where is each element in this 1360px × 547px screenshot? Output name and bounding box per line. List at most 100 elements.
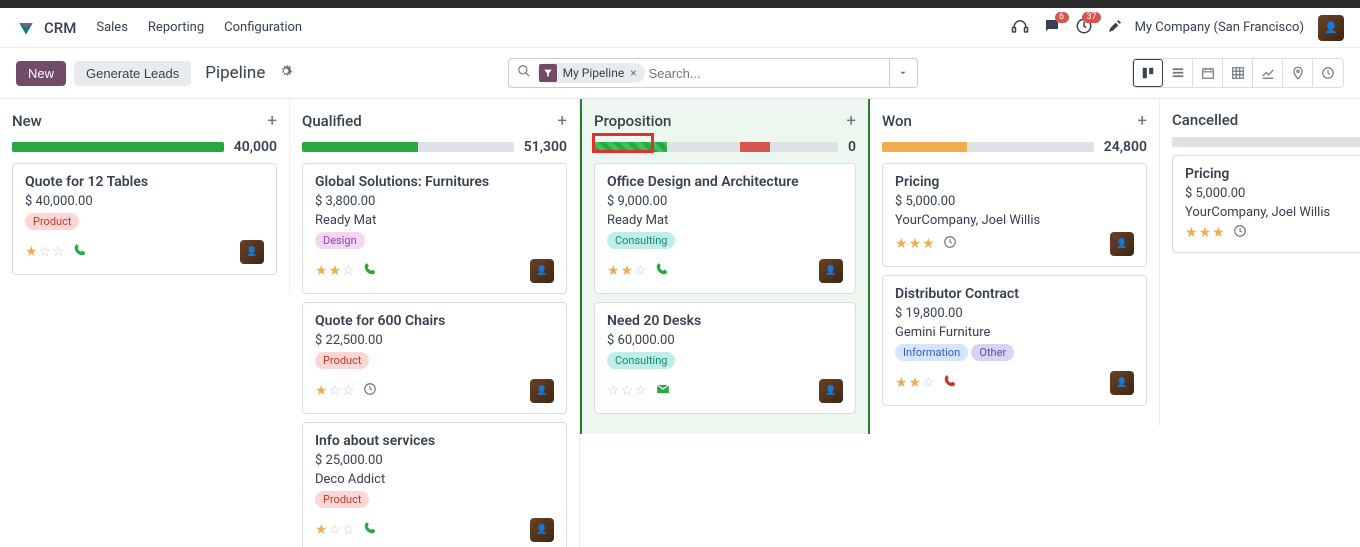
star-icon[interactable]: ☆ — [342, 522, 355, 538]
assignee-avatar[interactable]: 👤 — [819, 379, 843, 403]
star-icon[interactable]: ☆ — [342, 383, 355, 399]
star-icon[interactable]: ☆ — [329, 522, 342, 538]
clock-icon[interactable] — [363, 382, 377, 400]
column-progress[interactable] — [12, 142, 224, 152]
phone-icon[interactable] — [363, 262, 377, 280]
menu-sales[interactable]: Sales — [96, 20, 128, 35]
column-add-icon[interactable]: + — [1137, 111, 1147, 131]
assignee-avatar[interactable]: 👤 — [1110, 371, 1134, 395]
priority-stars[interactable]: ★★★ — [1185, 225, 1225, 241]
star-icon[interactable]: ★ — [607, 263, 620, 279]
star-icon[interactable]: ☆ — [52, 244, 65, 260]
kanban-card[interactable]: Quote for 600 Chairs$ 22,500.00Product ★… — [302, 302, 567, 414]
column-title[interactable]: Qualified — [302, 112, 362, 130]
view-calendar[interactable] — [1193, 59, 1223, 87]
star-icon[interactable]: ☆ — [634, 383, 647, 399]
tag[interactable]: Information — [895, 344, 968, 361]
phone-icon[interactable] — [363, 521, 377, 539]
tag[interactable]: Product — [315, 352, 369, 369]
star-icon[interactable]: ☆ — [607, 383, 620, 399]
tag[interactable]: Consulting — [607, 232, 675, 249]
column-progress[interactable] — [302, 142, 514, 152]
voip-icon[interactable] — [1011, 17, 1029, 39]
generate-leads-button[interactable]: Generate Leads — [74, 61, 191, 86]
column-add-icon[interactable]: + — [267, 111, 277, 131]
star-icon[interactable]: ★ — [621, 263, 634, 279]
kanban-card[interactable]: Pricing$ 5,000.00YourCompany, Joel Willi… — [1172, 155, 1360, 253]
star-icon[interactable]: ☆ — [329, 383, 342, 399]
search-dropdown[interactable] — [889, 59, 917, 87]
kanban-card[interactable]: Office Design and Architecture$ 9,000.00… — [594, 163, 856, 294]
search-box[interactable]: My Pipeline × — [508, 58, 918, 88]
clock-icon[interactable] — [943, 235, 957, 253]
app-logo-icon[interactable] — [16, 18, 36, 38]
kanban-card[interactable]: Quote for 12 Tables$ 40,000.00Product ★☆… — [12, 163, 277, 275]
activities-icon[interactable]: 37 — [1075, 17, 1093, 39]
column-progress[interactable] — [594, 142, 838, 152]
star-icon[interactable]: ★ — [315, 522, 328, 538]
filter-chip-mypipeline[interactable]: My Pipeline × — [537, 63, 645, 83]
phone-icon[interactable] — [655, 262, 669, 280]
star-icon[interactable]: ★ — [1199, 225, 1212, 241]
new-button[interactable]: New — [16, 61, 66, 86]
assignee-avatar[interactable]: 👤 — [530, 379, 554, 403]
mail-icon[interactable] — [655, 382, 671, 400]
menu-configuration[interactable]: Configuration — [224, 20, 302, 35]
column-add-icon[interactable]: + — [846, 111, 856, 131]
column-progress[interactable] — [882, 142, 1094, 152]
priority-stars[interactable]: ★★☆ — [315, 263, 355, 279]
column-title[interactable]: Won — [882, 112, 912, 130]
column-progress[interactable] — [1172, 137, 1360, 147]
tag[interactable]: Design — [315, 232, 365, 249]
column-add-icon[interactable]: + — [557, 111, 567, 131]
star-icon[interactable]: ★ — [909, 236, 922, 252]
priority-stars[interactable]: ★★★ — [895, 236, 935, 252]
view-graph[interactable] — [1253, 59, 1283, 87]
star-icon[interactable]: ☆ — [922, 375, 935, 391]
tag[interactable]: Other — [971, 344, 1014, 361]
filter-chip-remove[interactable]: × — [630, 66, 636, 80]
star-icon[interactable]: ★ — [1185, 225, 1198, 241]
view-map[interactable] — [1283, 59, 1313, 87]
column-title[interactable]: New — [12, 112, 42, 130]
phone-icon[interactable] — [943, 374, 957, 392]
messages-icon[interactable]: 6 — [1043, 17, 1061, 39]
assignee-avatar[interactable]: 👤 — [240, 240, 264, 264]
assignee-avatar[interactable]: 👤 — [819, 259, 843, 283]
star-icon[interactable]: ★ — [895, 236, 908, 252]
star-icon[interactable]: ★ — [329, 263, 342, 279]
star-icon[interactable]: ★ — [1212, 225, 1225, 241]
star-icon[interactable]: ★ — [315, 263, 328, 279]
star-icon[interactable]: ☆ — [39, 244, 52, 260]
priority-stars[interactable]: ★☆☆ — [25, 244, 65, 260]
kanban-card[interactable]: Info about services$ 25,000.00Deco Addic… — [302, 422, 567, 547]
tag[interactable]: Product — [25, 213, 79, 230]
priority-stars[interactable]: ★★☆ — [895, 375, 935, 391]
priority-stars[interactable]: ★☆☆ — [315, 383, 355, 399]
app-name[interactable]: CRM — [44, 19, 76, 37]
priority-stars[interactable]: ★☆☆ — [315, 522, 355, 538]
star-icon[interactable]: ★ — [25, 244, 38, 260]
kanban-card[interactable]: Distributor Contract$ 19,800.00Gemini Fu… — [882, 275, 1147, 406]
assignee-avatar[interactable]: 👤 — [530, 259, 554, 283]
clock-icon[interactable] — [1233, 224, 1247, 242]
kanban-card[interactable]: Pricing$ 5,000.00YourCompany, Joel Willi… — [882, 163, 1147, 267]
priority-stars[interactable]: ☆☆☆ — [607, 383, 647, 399]
column-title[interactable]: Cancelled — [1172, 111, 1238, 129]
tag[interactable]: Product — [315, 491, 369, 508]
company-switcher[interactable]: My Company (San Francisco) — [1135, 20, 1304, 35]
column-title[interactable]: Proposition — [594, 112, 671, 130]
phone-icon[interactable] — [73, 243, 87, 261]
kanban-card[interactable]: Global Solutions: Furnitures$ 3,800.00Re… — [302, 163, 567, 294]
star-icon[interactable]: ★ — [909, 375, 922, 391]
user-avatar[interactable]: 👤 — [1318, 15, 1344, 41]
priority-stars[interactable]: ★★☆ — [607, 263, 647, 279]
assignee-avatar[interactable]: 👤 — [530, 518, 554, 542]
search-input[interactable] — [649, 60, 889, 86]
star-icon[interactable]: ☆ — [342, 263, 355, 279]
gear-icon[interactable] — [279, 64, 293, 82]
tag[interactable]: Consulting — [607, 352, 675, 369]
debug-icon[interactable] — [1107, 18, 1123, 38]
kanban-card[interactable]: Need 20 Desks$ 60,000.00Consulting ☆☆☆👤 — [594, 302, 856, 414]
menu-reporting[interactable]: Reporting — [148, 20, 204, 35]
